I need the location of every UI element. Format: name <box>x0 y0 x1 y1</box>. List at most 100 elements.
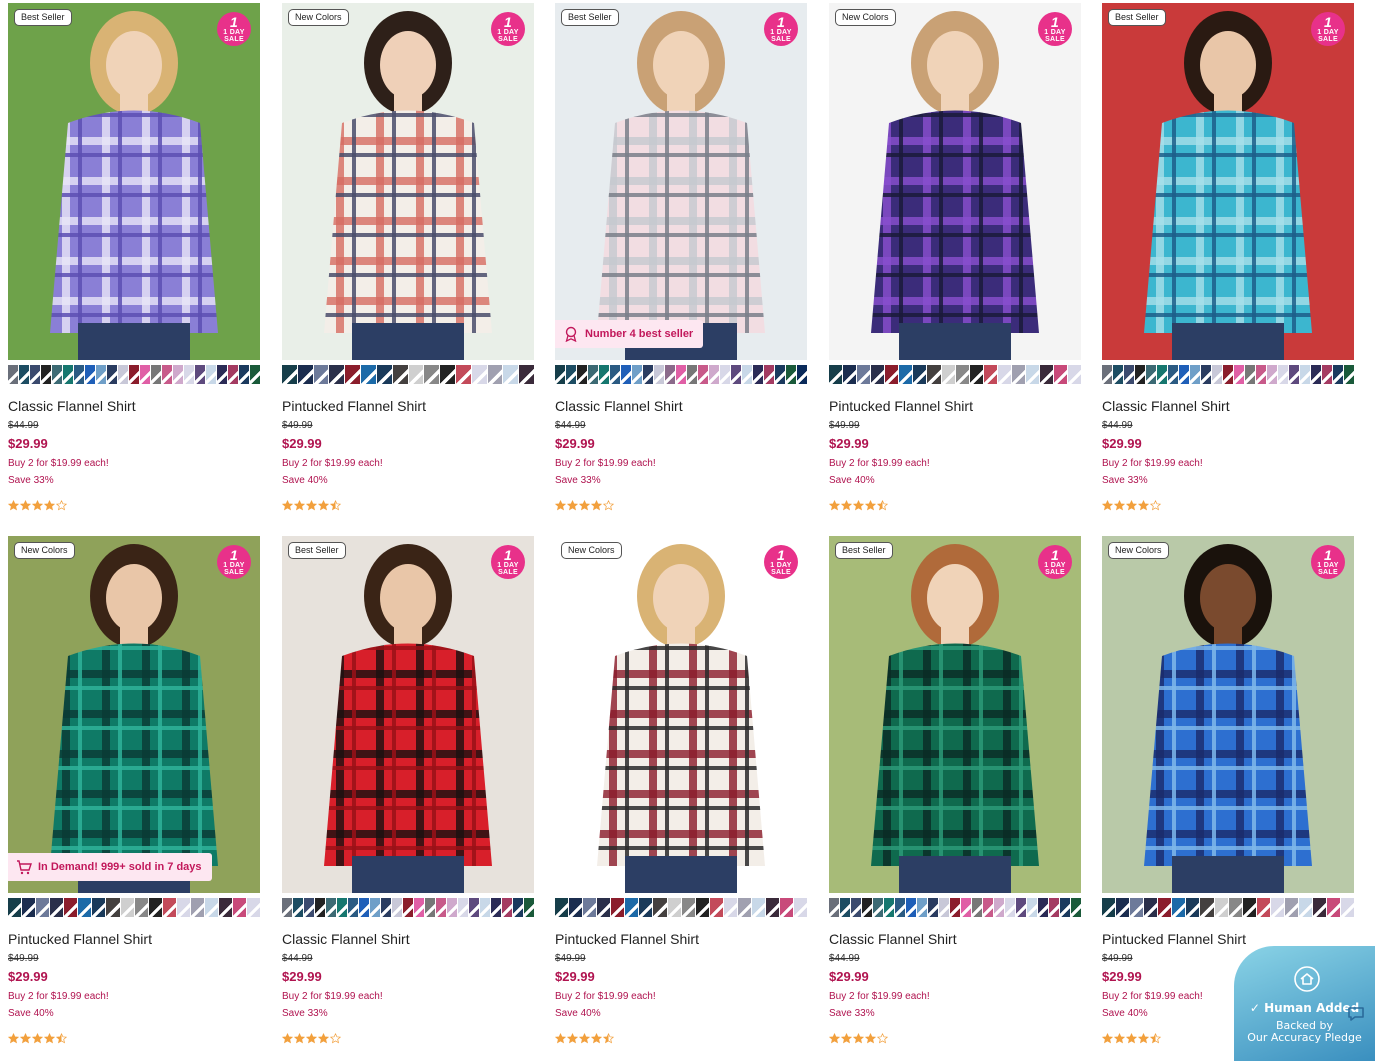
color-swatch[interactable] <box>41 365 51 384</box>
color-swatch[interactable] <box>927 365 941 384</box>
color-swatch[interactable] <box>1311 365 1321 384</box>
color-swatch[interactable] <box>1256 365 1266 384</box>
color-swatch[interactable] <box>247 898 261 917</box>
color-swatch[interactable] <box>491 898 501 917</box>
color-swatch[interactable] <box>458 898 468 917</box>
product-image[interactable]: Best Seller 1 1 DAY SALE <box>829 536 1081 893</box>
color-swatch[interactable] <box>917 898 927 917</box>
color-swatch[interactable] <box>239 365 249 384</box>
color-swatch[interactable] <box>961 898 971 917</box>
color-swatch[interactable] <box>376 365 392 384</box>
color-swatch[interactable] <box>345 365 361 384</box>
color-swatch[interactable] <box>955 365 969 384</box>
color-swatch[interactable] <box>1146 365 1156 384</box>
color-swatch[interactable] <box>282 365 297 384</box>
color-swatch[interactable] <box>1327 898 1341 917</box>
color-swatch[interactable] <box>753 365 763 384</box>
product-title[interactable]: Classic Flannel Shirt <box>829 931 1081 947</box>
color-swatch[interactable] <box>370 898 380 917</box>
color-swatch[interactable] <box>751 898 765 917</box>
color-swatch[interactable] <box>720 365 730 384</box>
color-swatch[interactable] <box>1298 898 1312 917</box>
color-swatch[interactable] <box>96 365 106 384</box>
color-swatch[interactable] <box>348 898 358 917</box>
color-swatch[interactable] <box>840 898 850 917</box>
star-rating[interactable] <box>7 498 260 511</box>
color-swatch[interactable] <box>524 898 534 917</box>
color-swatch[interactable] <box>862 898 872 917</box>
product-card[interactable]: Best Seller 1 1 DAY SALE Classic Flannel… <box>1101 3 1354 511</box>
color-swatch[interactable] <box>625 898 639 917</box>
color-swatch[interactable] <box>983 365 997 384</box>
color-swatch[interactable] <box>906 898 916 917</box>
color-swatch[interactable] <box>687 365 697 384</box>
star-rating[interactable] <box>554 1031 807 1044</box>
color-swatch[interactable] <box>424 365 440 384</box>
color-swatch[interactable] <box>204 898 218 917</box>
color-swatch[interactable] <box>8 365 18 384</box>
color-swatch[interactable] <box>794 898 808 917</box>
color-swatch[interactable] <box>611 898 625 917</box>
accuracy-pledge-widget[interactable]: ✓ Human Added Backed by Our Accuracy Ple… <box>1234 946 1375 1061</box>
color-swatch[interactable] <box>329 365 345 384</box>
color-swatch[interactable] <box>1190 365 1200 384</box>
color-swatch[interactable] <box>63 365 73 384</box>
product-title[interactable]: Classic Flannel Shirt <box>282 931 534 947</box>
color-swatch[interactable] <box>1124 365 1134 384</box>
color-swatch[interactable] <box>742 365 752 384</box>
color-swatch[interactable] <box>1102 365 1112 384</box>
color-swatch[interactable] <box>1144 898 1158 917</box>
product-image[interactable]: New Colors 1 1 DAY SALE <box>555 536 807 893</box>
color-swatch[interactable] <box>913 365 927 384</box>
color-swatch[interactable] <box>414 898 424 917</box>
color-swatch[interactable] <box>851 898 861 917</box>
color-swatch[interactable] <box>1186 898 1200 917</box>
color-swatch[interactable] <box>786 365 796 384</box>
color-swatch[interactable] <box>1200 898 1214 917</box>
color-swatch[interactable] <box>667 898 681 917</box>
color-swatch[interactable] <box>315 898 325 917</box>
color-swatch[interactable] <box>639 898 653 917</box>
color-swatch[interactable] <box>519 365 534 384</box>
color-swatch[interactable] <box>1157 365 1167 384</box>
color-swatch[interactable] <box>829 365 843 384</box>
color-swatch[interactable] <box>775 365 785 384</box>
color-swatch[interactable] <box>566 365 576 384</box>
color-swatch[interactable] <box>1071 898 1081 917</box>
color-swatch[interactable] <box>513 898 523 917</box>
color-swatch[interactable] <box>297 365 313 384</box>
color-swatch[interactable] <box>1011 365 1025 384</box>
color-swatch[interactable] <box>455 365 471 384</box>
color-swatch[interactable] <box>64 898 78 917</box>
color-swatch[interactable] <box>162 365 172 384</box>
color-swatch[interactable] <box>597 898 611 917</box>
star-rating[interactable] <box>1101 498 1354 511</box>
color-swatch[interactable] <box>997 365 1011 384</box>
product-card[interactable]: New Colors 1 1 DAY SALE Pintucked Flanne… <box>554 536 808 1044</box>
color-swatch[interactable] <box>469 898 479 917</box>
color-swatch[interactable] <box>857 365 871 384</box>
product-card[interactable]: Best Seller 1 1 DAY SALE Number 4 best s… <box>554 3 807 511</box>
color-swatch[interactable] <box>1201 365 1211 384</box>
color-swatch[interactable] <box>134 898 148 917</box>
color-swatch[interactable] <box>1300 365 1310 384</box>
product-card[interactable]: New Colors 1 1 DAY SALE Pintucked Flanne… <box>828 3 1082 511</box>
product-card[interactable]: Best Seller 1 1 DAY SALE Classic Flannel… <box>828 536 1081 1044</box>
product-image[interactable]: New Colors 1 1 DAY SALE In Demand! 999+ … <box>8 536 260 893</box>
color-swatch[interactable] <box>480 898 490 917</box>
color-swatch[interactable] <box>74 365 84 384</box>
product-image[interactable]: New Colors 1 1 DAY SALE <box>282 3 534 360</box>
color-swatch[interactable] <box>797 365 807 384</box>
color-swatch[interactable] <box>972 898 982 917</box>
star-rating[interactable] <box>828 1031 1081 1044</box>
color-swatch[interactable] <box>676 365 686 384</box>
color-swatch[interactable] <box>1102 898 1116 917</box>
color-swatch[interactable] <box>282 898 292 917</box>
color-swatch[interactable] <box>217 365 227 384</box>
color-swatch[interactable] <box>843 365 857 384</box>
color-swatch[interactable] <box>19 365 29 384</box>
color-swatch[interactable] <box>950 898 960 917</box>
color-swatch[interactable] <box>969 365 983 384</box>
color-swatch[interactable] <box>440 365 455 384</box>
color-swatch[interactable] <box>829 898 839 917</box>
